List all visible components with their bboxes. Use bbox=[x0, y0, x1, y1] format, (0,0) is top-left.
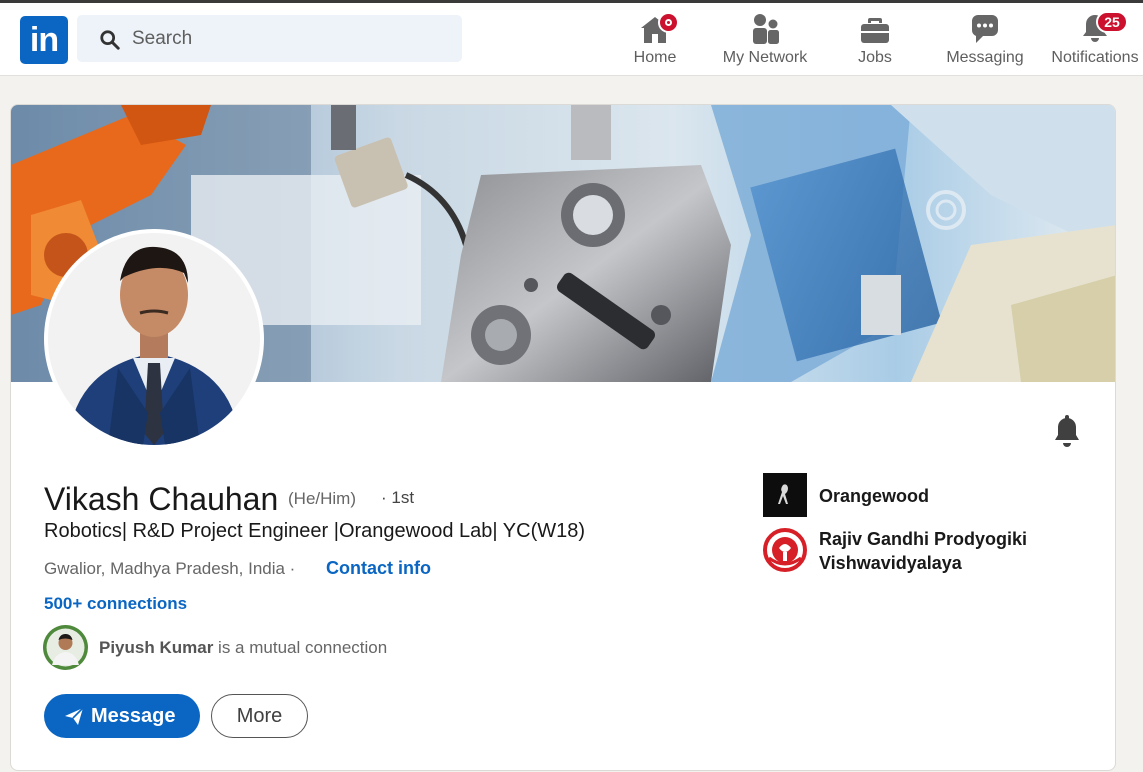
current-company-orangewood[interactable]: Orangewood bbox=[763, 473, 1013, 517]
profile-name: Vikash Chauhan bbox=[44, 481, 279, 517]
profile-location: Gwalior, Madhya Pradesh, India · bbox=[44, 559, 296, 578]
nav-notifications-label: Notifications bbox=[1051, 49, 1139, 66]
home-notification-dot bbox=[658, 12, 679, 33]
notifications-count-badge: 25 bbox=[1096, 11, 1128, 33]
nav-my-network[interactable]: My Network bbox=[716, 11, 814, 71]
connections-link[interactable]: 500+ connections bbox=[44, 594, 187, 614]
messaging-icon bbox=[971, 15, 998, 43]
profile-headline: Robotics| R&D Project Engineer |Orangewo… bbox=[44, 520, 586, 542]
message-button[interactable]: Message bbox=[44, 694, 200, 738]
briefcase-icon bbox=[861, 18, 889, 43]
mutual-connection-text: Piyush Kumar is a mutual connection bbox=[99, 638, 387, 658]
nav-home-label: Home bbox=[633, 49, 677, 66]
message-button-label: Message bbox=[91, 705, 176, 727]
send-icon bbox=[65, 707, 84, 725]
bell-icon bbox=[1055, 415, 1079, 447]
nav-messaging[interactable]: Messaging bbox=[940, 11, 1030, 71]
mutual-person-image bbox=[43, 625, 88, 670]
profile-card: Vikash Chauhan (He/Him) · 1st Robotics| … bbox=[10, 104, 1116, 771]
more-button[interactable]: More bbox=[211, 694, 308, 738]
connection-degree: · 1st bbox=[381, 488, 415, 507]
follow-notifications-button[interactable] bbox=[1051, 415, 1083, 449]
mutual-connection-name[interactable]: Piyush Kumar bbox=[99, 638, 213, 657]
mutual-connection-avatar[interactable] bbox=[43, 625, 88, 670]
mutual-connection-suffix: is a mutual connection bbox=[218, 638, 388, 657]
nav-jobs[interactable]: Jobs bbox=[840, 11, 910, 71]
network-icon bbox=[753, 14, 779, 44]
contact-info-link[interactable]: Contact info bbox=[326, 558, 431, 579]
nav-notifications[interactable]: 25 Notifications bbox=[1046, 11, 1143, 71]
nav-messaging-label: Messaging bbox=[946, 49, 1024, 66]
nav-home[interactable]: Home bbox=[620, 11, 690, 71]
profile-photo[interactable] bbox=[44, 229, 264, 449]
company-name: Orangewood bbox=[819, 486, 930, 506]
school-name-line-1: Rajiv Gandhi Prodyogiki bbox=[819, 529, 1028, 549]
profile-pronouns: (He/Him) bbox=[288, 489, 356, 508]
school-name-line-2: Vishwavidyalaya bbox=[819, 553, 962, 573]
orangewood-logo bbox=[763, 473, 807, 517]
nav-jobs-label: Jobs bbox=[858, 49, 892, 66]
search-box[interactable] bbox=[77, 15, 462, 62]
search-icon bbox=[100, 30, 120, 50]
rgpv-logo bbox=[763, 528, 807, 572]
education-rgpv[interactable]: Rajiv Gandhi Prodyogiki Vishwavidyalaya bbox=[763, 528, 1053, 578]
search-input[interactable] bbox=[132, 15, 452, 62]
nav-my-network-label: My Network bbox=[722, 49, 808, 66]
top-navigation-bar: in Home My Network Job bbox=[0, 0, 1143, 76]
linkedin-logo[interactable]: in bbox=[20, 16, 68, 64]
profile-person-image bbox=[48, 233, 260, 445]
